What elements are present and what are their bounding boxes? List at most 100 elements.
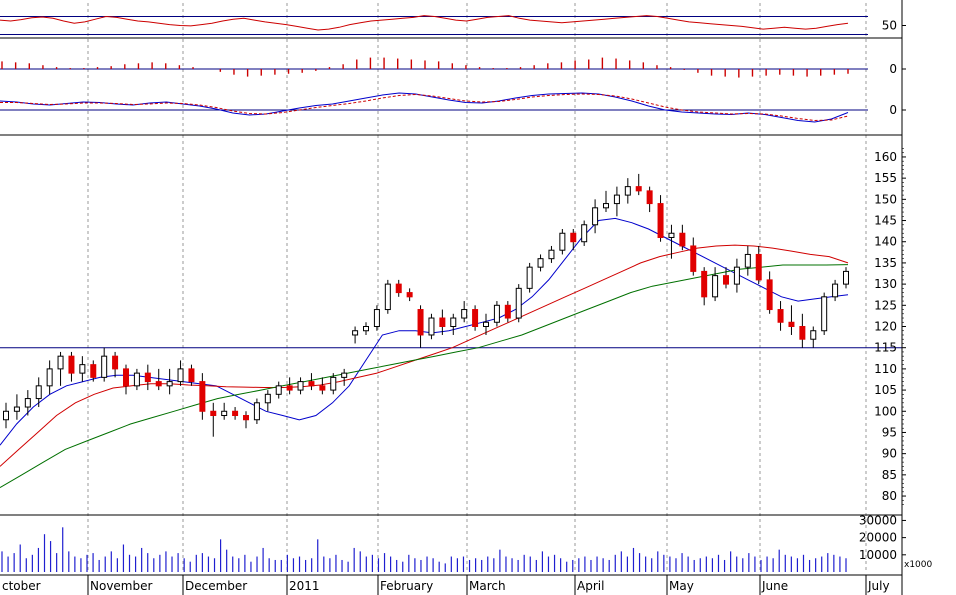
month-label: December — [185, 579, 247, 593]
price-axis-tick-label: 120 — [874, 320, 897, 334]
candle-body — [799, 326, 806, 340]
candle-body — [13, 406, 20, 412]
candle-body — [515, 287, 522, 319]
chart-background — [0, 0, 956, 595]
candle-body — [483, 321, 489, 327]
candle-body — [755, 253, 762, 281]
price-axis-tick-label: 150 — [874, 192, 897, 206]
candle-body — [559, 232, 566, 251]
candle-body — [243, 415, 249, 421]
volume-axis-tick-label: 30000 — [859, 513, 897, 527]
month-label: June — [761, 579, 788, 593]
candle-body — [373, 309, 380, 327]
candle-body — [788, 321, 795, 327]
candle-body — [79, 364, 86, 374]
price-axis-tick-label: 160 — [874, 150, 897, 164]
candle-body — [504, 304, 511, 319]
month-label: March — [469, 579, 506, 593]
candle-body — [210, 410, 217, 417]
candle-body — [570, 232, 577, 243]
price-axis-tick-label: 110 — [874, 362, 897, 376]
candle-body — [701, 270, 708, 298]
candle-body — [363, 326, 369, 332]
candle-body — [341, 372, 348, 378]
candle-body — [286, 385, 293, 391]
candle-body — [275, 385, 282, 395]
price-axis-tick-label: 135 — [874, 256, 897, 270]
candle-body — [832, 283, 839, 298]
candle-body — [3, 410, 9, 421]
month-label: February — [380, 579, 433, 593]
candle-body — [526, 266, 533, 289]
price-axis-tick-label: 105 — [874, 383, 897, 397]
histogram-axis-tick-label: 0 — [889, 62, 897, 76]
candle-body — [821, 296, 828, 332]
candle-body — [199, 381, 206, 412]
candle-body — [144, 372, 151, 383]
candle-body — [232, 410, 239, 417]
candle-body — [461, 309, 468, 319]
candle-body — [679, 232, 686, 247]
month-label: July — [867, 579, 890, 593]
price-axis-tick-label: 95 — [882, 425, 897, 439]
candle-body — [101, 355, 108, 378]
candle-body — [177, 368, 184, 383]
candle-body — [57, 355, 64, 370]
candle-body — [319, 385, 326, 391]
candle-body — [548, 249, 555, 260]
candle-body — [450, 317, 457, 328]
candle-body — [439, 317, 446, 328]
candle-body — [777, 309, 784, 323]
price-axis-tick-label: 145 — [874, 214, 897, 228]
month-label: April — [577, 579, 604, 593]
candle-body — [810, 330, 817, 340]
candle-body — [712, 275, 719, 298]
candle-body — [624, 186, 631, 196]
candle-body — [297, 381, 304, 391]
price-axis-tick-label: 140 — [874, 235, 897, 249]
candle-body — [35, 385, 42, 400]
candle-body — [264, 393, 271, 404]
price-axis-tick-label: 80 — [882, 489, 897, 503]
candle-body — [493, 304, 500, 323]
candle-body — [395, 283, 402, 294]
candle-body — [744, 253, 751, 268]
candle-body — [635, 186, 642, 192]
candle-body — [613, 194, 620, 205]
volume-axis-tick-label: 10000 — [859, 548, 897, 562]
month-label: ctober — [2, 579, 41, 593]
price-axis-tick-label: 130 — [874, 277, 897, 291]
candle-body — [472, 309, 479, 327]
price-axis-tick-label: 85 — [882, 468, 897, 482]
candle-body — [384, 283, 391, 311]
candle-body — [90, 364, 97, 378]
candle-body — [646, 190, 653, 205]
candle-body — [352, 330, 359, 336]
price-axis-tick-label: 125 — [874, 298, 897, 312]
price-axis-tick-label: 115 — [874, 341, 897, 355]
price-axis-tick-label: 155 — [874, 171, 897, 185]
candle-body — [155, 381, 162, 387]
candle-body — [657, 203, 664, 238]
price-axis-tick-label: 90 — [882, 447, 897, 461]
candle-body — [843, 270, 849, 285]
candle-body — [253, 402, 260, 421]
candle-body — [46, 368, 53, 387]
candle-body — [690, 245, 697, 272]
candle-body — [68, 355, 75, 374]
rsi-axis-tick-label: 50 — [882, 19, 897, 33]
month-label: 2011 — [289, 579, 320, 593]
candle-body — [406, 292, 413, 298]
candle-body — [24, 398, 31, 408]
candle-body — [766, 279, 773, 311]
candle-body — [668, 232, 675, 238]
candle-body — [330, 376, 337, 391]
candle-body — [537, 258, 544, 268]
candle-body — [166, 381, 173, 387]
candle-body — [112, 355, 119, 370]
candle-body — [188, 368, 195, 383]
month-label: November — [90, 579, 152, 593]
candle-body — [308, 381, 315, 387]
candle-body — [417, 309, 424, 336]
candle-body — [592, 207, 599, 226]
